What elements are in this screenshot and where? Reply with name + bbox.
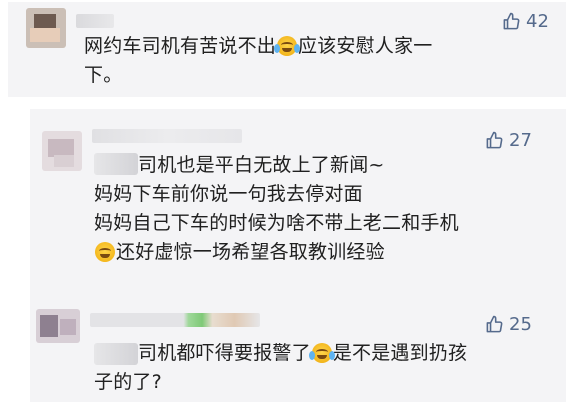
crying-laughing-emoji-icon [308, 343, 335, 363]
like-count: 27 [509, 129, 532, 151]
username-blurred [90, 313, 260, 327]
thumbs-up-icon [503, 12, 520, 29]
like-button[interactable]: 42 [502, 9, 549, 33]
like-button[interactable]: 27 [485, 128, 532, 152]
comment-card-3: 25 司机都吓得要报警了 是不是遇到扔孩 子的了? [30, 289, 566, 402]
thumbs-up-icon [486, 131, 503, 148]
thumbs-up-icon [486, 315, 503, 332]
comment-card-2: 27 司机也是平白无故上了新闻~ 妈妈下车前你说一句我去停对面 妈妈自己下车的时… [30, 109, 566, 289]
like-count: 42 [526, 10, 549, 32]
avatar[interactable] [36, 309, 80, 343]
squinting-smile-emoji-icon [95, 242, 115, 262]
comment-text: 司机都吓得要报警了 是不是遇到扔孩 子的了? [94, 342, 468, 393]
comment-text: 网约车司机有苦说不出 应该安慰人家一 下。 [84, 35, 433, 86]
avatar[interactable] [42, 131, 82, 171]
username-blurred [92, 129, 242, 143]
avatar[interactable] [26, 8, 66, 48]
like-count: 25 [509, 313, 532, 335]
username-blurred [76, 14, 114, 28]
comment-card-1: 42 网约车司机有苦说不出 应该安慰人家一 下。 [8, 2, 566, 97]
like-button[interactable]: 25 [485, 312, 532, 336]
crying-laughing-emoji-icon [274, 36, 301, 56]
comment-text: 司机也是平白无故上了新闻~ 妈妈下车前你说一句我去停对面 妈妈自己下车的时候为啥… [94, 154, 459, 263]
